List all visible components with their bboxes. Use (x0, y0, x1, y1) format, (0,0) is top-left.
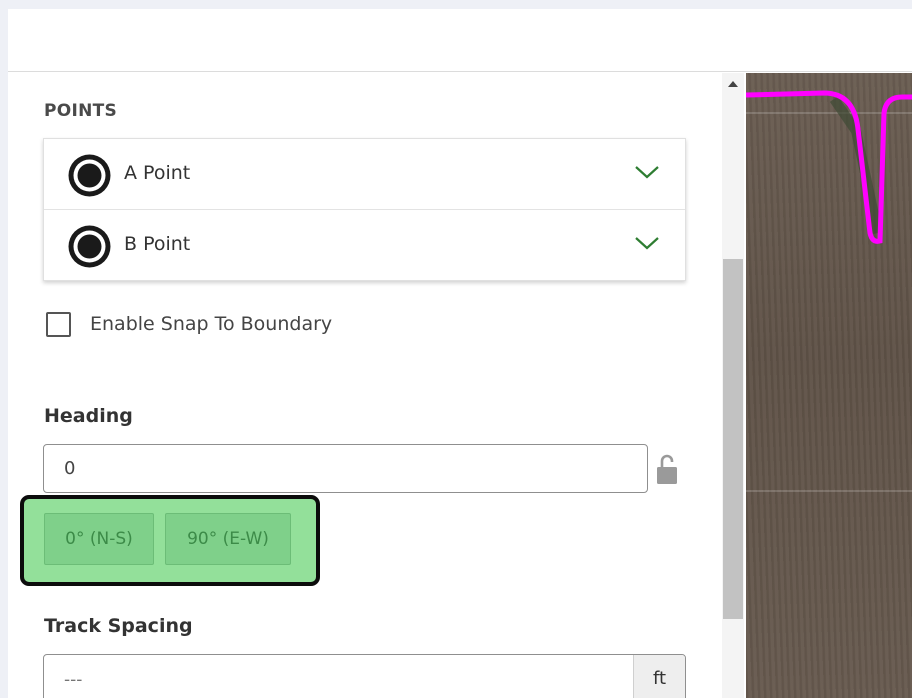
top-bar (8, 9, 912, 72)
track-spacing-label: Track Spacing (44, 615, 193, 637)
app-frame: POINTS A Point B Point Enable Snap To Bo… (8, 9, 912, 698)
field-boundary-overlay (746, 90, 912, 492)
target-point-icon (68, 225, 111, 268)
scroll-up-arrow-icon[interactable] (722, 73, 744, 95)
target-point-icon (68, 154, 111, 197)
snap-to-boundary-option[interactable]: Enable Snap To Boundary (46, 311, 366, 339)
chevron-down-icon[interactable] (634, 163, 660, 181)
point-row-b[interactable]: B Point (44, 210, 685, 281)
unit-label: ft (633, 655, 685, 698)
points-section-title: POINTS (44, 101, 118, 121)
map-view[interactable] (746, 73, 912, 698)
snap-label: Enable Snap To Boundary (90, 313, 333, 335)
panel-scrollbar[interactable] (722, 73, 744, 698)
point-label-a: A Point (124, 162, 191, 184)
preset-90-ew-button[interactable]: 90° (E-W) (165, 513, 291, 565)
point-label-b: B Point (124, 233, 191, 255)
settings-panel: POINTS A Point B Point Enable Snap To Bo… (8, 73, 722, 698)
heading-presets-highlight: 0° (N-S) 90° (E-W) (20, 495, 320, 586)
track-spacing-input[interactable] (44, 655, 634, 698)
track-spacing-group: ft (43, 654, 686, 698)
chevron-down-icon[interactable] (634, 234, 660, 252)
preset-0-ns-button[interactable]: 0° (N-S) (44, 513, 154, 565)
snap-checkbox[interactable] (46, 312, 71, 337)
scroll-thumb[interactable] (723, 259, 743, 619)
point-row-a[interactable]: A Point (44, 139, 685, 210)
heading-label: Heading (44, 405, 133, 427)
heading-input[interactable] (43, 444, 648, 493)
points-card: A Point B Point (43, 138, 686, 281)
unlock-icon[interactable] (656, 453, 678, 485)
